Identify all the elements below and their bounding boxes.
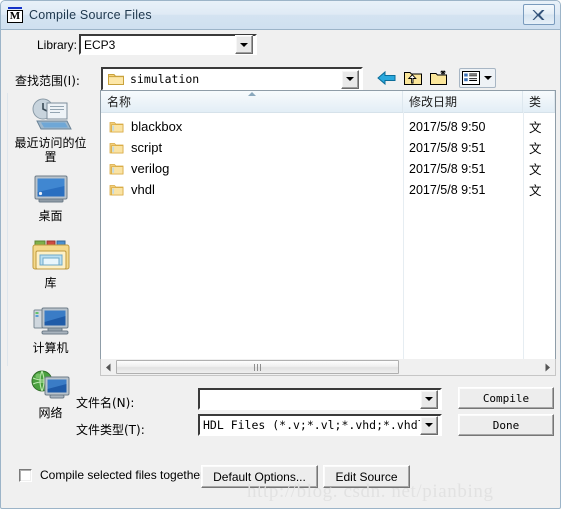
file-name-cell: vhdl — [101, 182, 403, 197]
new-folder-icon[interactable] — [429, 69, 451, 87]
compile-together-label: Compile selected files together — [40, 468, 205, 482]
library-value: ECP3 — [84, 37, 116, 52]
grip-icon — [254, 363, 261, 371]
column-header-type-label: 类 — [529, 95, 542, 109]
file-list: 名称 修改日期 类 blackbox 2017/5/8 9:50 文 scrip… — [100, 90, 556, 367]
file-list-header: 名称 修改日期 类 — [101, 91, 555, 113]
compile-together-checkbox[interactable] — [19, 468, 32, 482]
modelsim-m-icon: M — [7, 7, 23, 23]
close-icon — [532, 9, 545, 20]
places-bar: 最近访问的位置 桌面 库 计算机 网络 — [7, 93, 93, 420]
scrollbar-thumb[interactable] — [116, 360, 399, 374]
file-list-rows: blackbox 2017/5/8 9:50 文 script 2017/5/8… — [101, 113, 555, 200]
file-date: 2017/5/8 9:50 — [409, 119, 486, 134]
look-in-combobox[interactable]: simulation — [101, 67, 363, 91]
window-title: Compile Source Files — [29, 8, 152, 22]
look-in-value: simulation — [130, 72, 200, 86]
desktop-icon — [34, 175, 67, 203]
library-dropdown-button[interactable] — [235, 35, 253, 54]
file-type-label: 文件类型(T): — [76, 423, 145, 437]
caret-right-icon — [545, 363, 550, 371]
place-item-libraries[interactable]: 库 — [9, 237, 93, 290]
file-name-label: 文件名(N): — [76, 396, 135, 410]
recent-places-icon — [32, 98, 72, 130]
file-type: 文 — [529, 163, 542, 177]
file-date: 2017/5/8 9:51 — [409, 140, 486, 155]
place-label: 最近访问的位置 — [14, 136, 87, 164]
file-type-combobox[interactable]: HDL Files (*.v;*.vl;*.vhd;*.vhdl;*.vh — [198, 414, 442, 436]
file-date: 2017/5/8 9:51 — [409, 182, 486, 197]
place-label: 库 — [44, 276, 57, 290]
views-button[interactable] — [459, 68, 496, 88]
table-row[interactable]: vhdl 2017/5/8 9:51 文 — [101, 179, 555, 200]
chevron-down-icon — [484, 76, 492, 80]
folder-icon — [109, 121, 124, 132]
up-folder-icon[interactable] — [403, 69, 423, 87]
file-date: 2017/5/8 9:51 — [409, 161, 486, 176]
file-name: verilog — [131, 161, 170, 176]
scroll-right-button[interactable] — [540, 360, 555, 375]
table-row[interactable]: verilog 2017/5/8 9:51 文 — [101, 158, 555, 179]
compile-source-files-dialog: M Compile Source Files Library: ECP3 查找范… — [0, 0, 561, 509]
column-divider — [523, 112, 524, 366]
libraries-icon — [32, 240, 69, 270]
column-header-type[interactable]: 类 — [523, 91, 555, 112]
chevron-down-icon — [346, 77, 354, 81]
folder-icon — [109, 142, 124, 153]
library-label: Library: — [37, 38, 78, 52]
file-name: vhdl — [131, 182, 155, 197]
place-label: 桌面 — [38, 209, 63, 223]
compile-together-checkbox-row[interactable]: Compile selected files together — [19, 468, 204, 482]
default-options-button[interactable]: Default Options... — [201, 465, 318, 488]
file-name-cell: verilog — [101, 161, 403, 176]
folder-icon — [109, 184, 124, 195]
file-type: 文 — [529, 121, 542, 135]
place-label: 网络 — [38, 406, 63, 420]
caret-left-icon — [106, 363, 111, 371]
place-item-desktop[interactable]: 桌面 — [9, 172, 93, 223]
column-header-name-label: 名称 — [107, 95, 132, 109]
column-header-name[interactable]: 名称 — [101, 91, 403, 112]
column-divider — [403, 112, 404, 366]
views-icon — [462, 71, 480, 85]
scroll-left-button[interactable] — [101, 360, 116, 375]
file-name-dropdown-button[interactable] — [420, 389, 438, 409]
look-in-label: 查找范围(I): — [15, 74, 80, 88]
file-name-combobox[interactable] — [198, 388, 442, 410]
place-label: 计算机 — [32, 341, 69, 355]
library-combobox[interactable]: ECP3 — [79, 34, 257, 55]
network-icon — [31, 370, 69, 399]
library-row: Library: ECP3 — [1, 34, 560, 58]
sort-ascending-icon — [247, 92, 256, 96]
horizontal-scrollbar[interactable] — [100, 359, 556, 376]
file-type: 文 — [529, 184, 542, 198]
file-type: 文 — [529, 142, 542, 156]
edit-source-button[interactable]: Edit Source — [323, 465, 410, 488]
chevron-down-icon — [425, 423, 433, 427]
table-row[interactable]: blackbox 2017/5/8 9:50 文 — [101, 116, 555, 137]
computer-icon — [33, 307, 68, 335]
close-button[interactable] — [523, 4, 555, 25]
look-in-dropdown-button[interactable] — [341, 69, 359, 89]
file-name: script — [131, 140, 163, 155]
navigation-toolbar — [377, 68, 496, 88]
file-name-cell: script — [101, 140, 403, 155]
compile-button[interactable]: Compile — [458, 387, 554, 409]
file-name: blackbox — [131, 119, 183, 134]
folder-icon — [108, 74, 124, 85]
table-row[interactable]: script 2017/5/8 9:51 文 — [101, 137, 555, 158]
folder-icon — [109, 163, 124, 174]
column-header-date[interactable]: 修改日期 — [403, 91, 523, 112]
done-button[interactable]: Done — [458, 414, 554, 436]
place-item-recent[interactable]: 最近访问的位置 — [9, 97, 93, 164]
title-bar: M Compile Source Files — [1, 1, 560, 30]
column-header-date-label: 修改日期 — [409, 95, 458, 109]
place-item-computer[interactable]: 计算机 — [9, 304, 93, 355]
back-arrow-icon[interactable] — [377, 69, 397, 87]
file-type-value: HDL Files (*.v;*.vl;*.vhd;*.vhdl;*.vh — [203, 418, 420, 432]
chevron-down-icon — [425, 397, 433, 401]
file-name-cell: blackbox — [101, 119, 403, 134]
chevron-down-icon — [240, 42, 248, 47]
file-type-dropdown-button[interactable] — [420, 415, 438, 435]
